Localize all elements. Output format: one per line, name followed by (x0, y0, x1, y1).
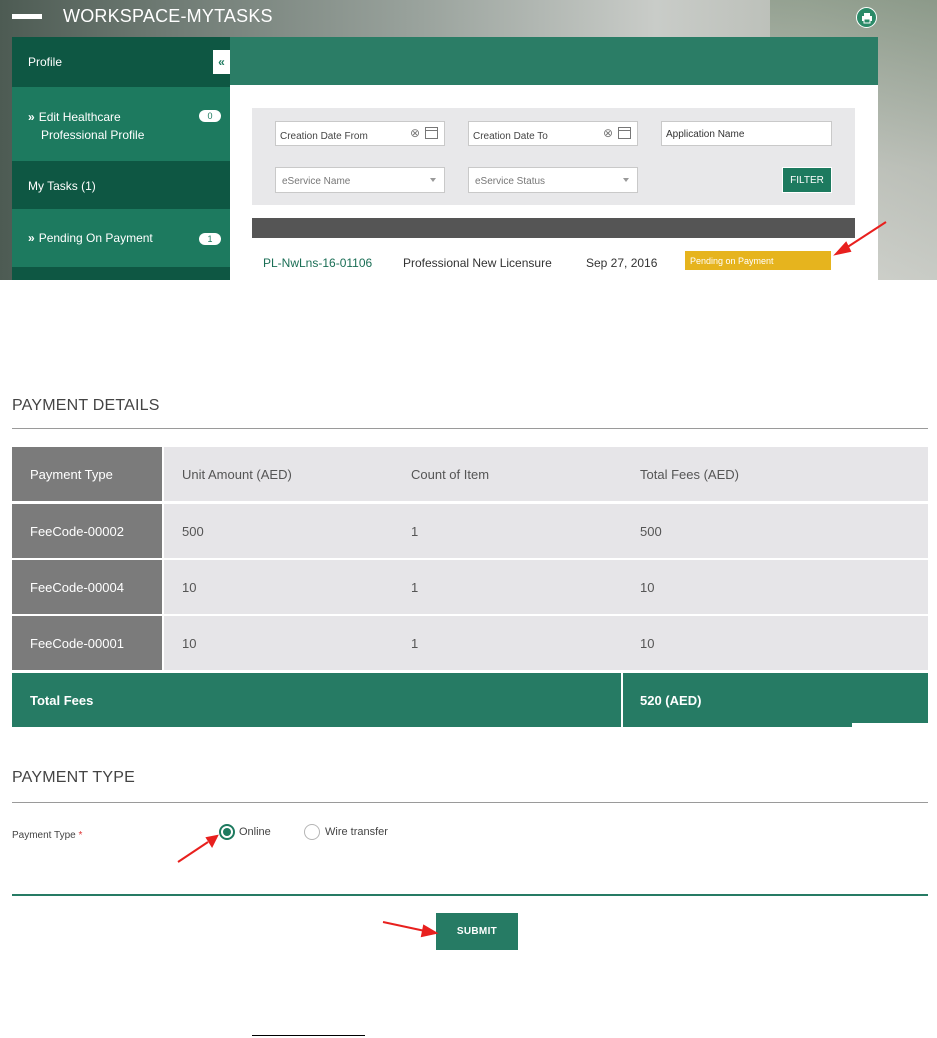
annotation-arrowhead-icon (205, 834, 219, 849)
application-type: Professional New Licensure (403, 256, 552, 270)
table-row: FeeCode-00004 10 1 10 (12, 560, 928, 614)
content-header (230, 37, 878, 85)
submit-button[interactable]: SUBMIT (436, 913, 518, 950)
select-value: eService Status (475, 176, 546, 187)
sidebar-item-my-tasks[interactable]: My Tasks (1) (12, 161, 230, 209)
item-count: 1 (411, 524, 419, 539)
application-name-input[interactable]: Application Name (661, 121, 832, 146)
eservice-name-select[interactable]: eService Name (275, 167, 445, 193)
sidebar-item-pending-payment[interactable]: » Pending On Payment 1 (12, 209, 230, 267)
filter-panel: Creation Date From ⊗ Creation Date To ⊗ … (252, 108, 855, 205)
tasks-content: Creation Date From ⊗ Creation Date To ⊗ … (230, 37, 878, 280)
column-header: Total Fees (AED) (640, 467, 739, 482)
workspace-panel: Profile « » Edit Healthcare Professional … (12, 37, 878, 280)
required-mark: * (78, 830, 83, 841)
divider (852, 723, 928, 727)
double-chevron-right-icon: » (28, 231, 35, 245)
sidebar-item-label: Professional Profile (41, 128, 145, 142)
table-header-row: Payment Type Unit Amount (AED) Count of … (12, 447, 928, 501)
sidebar-item-label: Profile (28, 55, 63, 69)
payment-type-label: Payment Type * (12, 830, 82, 841)
divider (621, 673, 623, 727)
collapse-sidebar-button[interactable]: « (213, 50, 230, 74)
unit-amount: 10 (182, 636, 197, 651)
page-title: WORKSPACE-MYTASKS (63, 6, 273, 26)
online-radio[interactable] (219, 824, 235, 840)
table-row: FeeCode-00001 10 1 10 (12, 616, 928, 670)
status-badge[interactable]: Pending on Payment (685, 251, 831, 270)
application-id-link[interactable]: PL-NwLns-16-01106 (263, 256, 372, 270)
clear-icon[interactable]: ⊗ (603, 126, 613, 140)
unit-amount: 10 (182, 580, 197, 595)
creation-date-to-field[interactable]: Creation Date To ⊗ (468, 121, 638, 146)
item-count: 1 (411, 636, 419, 651)
divider (12, 802, 928, 803)
field-placeholder: Creation Date To (473, 131, 548, 142)
table-row[interactable]: PL-NwLns-16-01106 Professional New Licen… (252, 238, 855, 280)
payment-details-title: PAYMENT DETAILS (12, 397, 160, 414)
header-values: Unit Amount (AED) Count of Item Total Fe… (164, 447, 928, 501)
column-header: Unit Amount (AED) (182, 467, 292, 482)
total-fees-value: 520 (AED) (640, 693, 702, 708)
creation-date-from-field[interactable]: Creation Date From ⊗ (275, 121, 445, 146)
clear-icon[interactable]: ⊗ (410, 126, 420, 140)
fee-code: FeeCode-00002 (12, 504, 162, 558)
filter-button[interactable]: FILTER (782, 167, 832, 193)
annotation-arrow-icon (177, 841, 209, 863)
count-badge: 1 (199, 233, 221, 245)
payment-type-title: PAYMENT TYPE (12, 769, 136, 786)
column-header: Count of Item (411, 467, 490, 482)
chevron-down-icon (430, 178, 436, 182)
item-count: 1 (411, 580, 419, 595)
field-placeholder: Creation Date From (280, 131, 368, 142)
wire-transfer-radio[interactable] (304, 824, 320, 840)
sidebar-item-edit-profile[interactable]: » Edit Healthcare Professional Profile 0 (12, 87, 230, 161)
fee-code: FeeCode-00001 (12, 616, 162, 670)
fee-code: FeeCode-00004 (12, 560, 162, 614)
results-header (252, 218, 855, 238)
sidebar-item-profile[interactable]: Profile (12, 37, 230, 87)
row-values: 10 1 10 (164, 560, 928, 614)
divider (252, 1035, 365, 1036)
radio-label-online[interactable]: Online (239, 826, 271, 838)
sidebar-item-label: Edit Healthcare (38, 110, 121, 124)
select-value: eService Name (282, 176, 351, 187)
table-row: FeeCode-00002 500 1 500 (12, 504, 928, 558)
column-header: Payment Type (12, 447, 162, 501)
total-fee: 10 (640, 580, 655, 595)
total-fees-label: Total Fees (30, 693, 94, 708)
divider (12, 894, 928, 896)
radio-label-wire-transfer[interactable]: Wire transfer (325, 826, 388, 838)
calendar-icon[interactable] (618, 127, 631, 139)
chevron-down-icon (623, 178, 629, 182)
field-placeholder: Application Name (666, 129, 745, 140)
total-fee: 500 (640, 524, 662, 539)
unit-amount: 500 (182, 524, 204, 539)
eservice-status-select[interactable]: eService Status (468, 167, 638, 193)
row-values: 500 1 500 (164, 504, 928, 558)
menu-icon[interactable] (12, 14, 42, 19)
total-fees-row: Total Fees 520 (AED) (12, 673, 928, 727)
sidebar-footer (12, 267, 230, 280)
divider (12, 428, 928, 429)
sidebar-item-label: My Tasks (1) (28, 179, 96, 193)
count-badge: 0 (199, 110, 221, 122)
total-fee: 10 (640, 636, 655, 651)
sidebar: Profile « » Edit Healthcare Professional … (12, 37, 230, 280)
row-values: 10 1 10 (164, 616, 928, 670)
double-chevron-right-icon: » (28, 110, 35, 124)
workspace-screenshot: WORKSPACE-MYTASKS Profile « » Edit Health… (0, 0, 937, 280)
annotation-arrow-icon (382, 921, 426, 932)
sidebar-item-label: Pending On Payment (38, 231, 153, 245)
calendar-icon[interactable] (425, 127, 438, 139)
printer-icon[interactable] (856, 7, 877, 28)
application-date: Sep 27, 2016 (586, 256, 658, 270)
field-label: Payment Type (12, 830, 76, 841)
annotation-arrowhead-icon (420, 924, 439, 938)
